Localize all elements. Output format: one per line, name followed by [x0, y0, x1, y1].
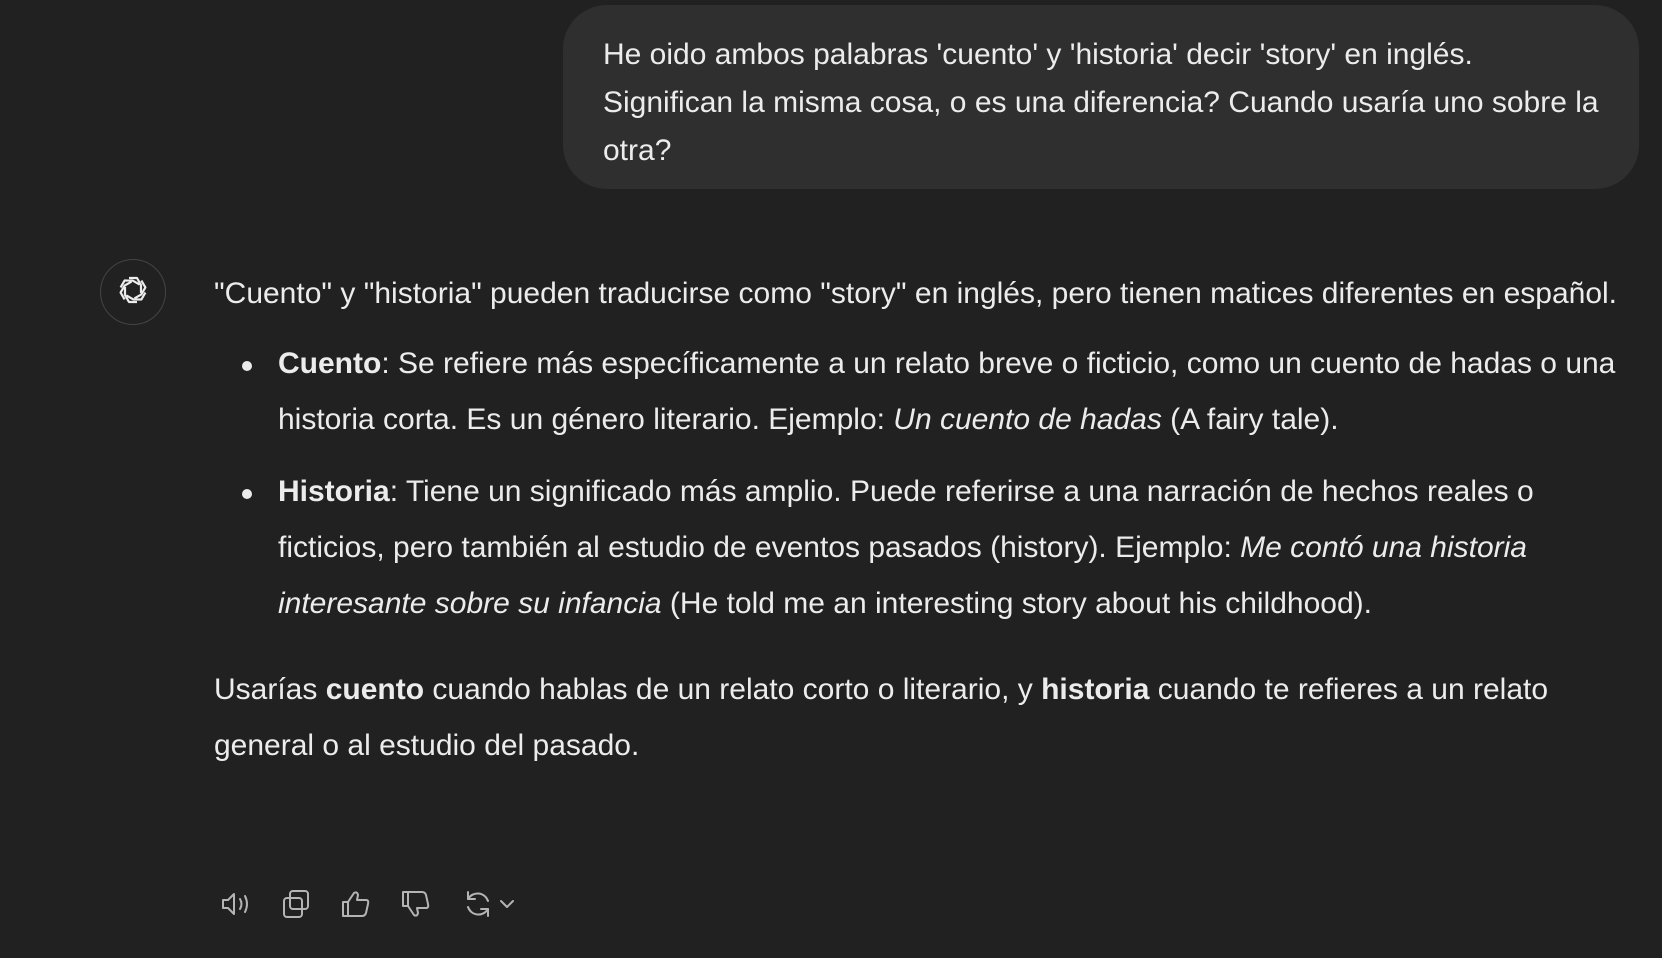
openai-logo-icon [113, 270, 153, 315]
thumbs-down-icon [399, 887, 433, 926]
user-message-text: He oido ambos palabras 'cuento' y 'histo… [603, 38, 1599, 167]
closing-part-2: cuando hablas de un relato corto o liter… [424, 673, 1042, 706]
bad-response-button[interactable] [394, 884, 438, 928]
copy-icon [279, 887, 313, 926]
speaker-icon [218, 886, 254, 927]
copy-button[interactable] [274, 884, 318, 928]
list-item-cuento: Cuento: Se refiere más específicamente a… [242, 336, 1644, 448]
closing-bold-cuento: cuento [325, 673, 425, 706]
list-item-historia: Historia: Tiene un significado más ampli… [242, 464, 1644, 632]
assistant-intro: "Cuento" y "historia" pueden traducirse … [214, 277, 1617, 310]
assistant-closing: Usarías cuento cuando hablas de un relat… [214, 662, 1644, 774]
term-cuento: Cuento [278, 347, 382, 380]
regenerate-button[interactable] [454, 884, 526, 928]
good-response-button[interactable] [334, 884, 378, 928]
translation-cuento: (A fairy tale). [1161, 403, 1339, 436]
user-message-bubble: He oido ambos palabras 'cuento' y 'histo… [563, 5, 1639, 189]
term-historia: Historia [278, 475, 390, 508]
translation-historia: (He told me an interesting story about h… [661, 587, 1372, 620]
thumbs-up-icon [339, 887, 373, 926]
closing-part-1: Usarías [214, 673, 326, 706]
example-cuento: Un cuento de hadas [893, 403, 1162, 436]
closing-bold-historia: historia [1041, 673, 1150, 706]
assistant-avatar [100, 259, 166, 325]
message-actions [214, 884, 526, 928]
read-aloud-button[interactable] [214, 884, 258, 928]
assistant-message: "Cuento" y "historia" pueden traducirse … [214, 266, 1644, 774]
definition-list: Cuento: Se refiere más específicamente a… [214, 336, 1644, 632]
regenerate-icon [461, 887, 495, 926]
chat-page: He oido ambos palabras 'cuento' y 'histo… [0, 0, 1662, 958]
chevron-down-icon [495, 892, 519, 921]
